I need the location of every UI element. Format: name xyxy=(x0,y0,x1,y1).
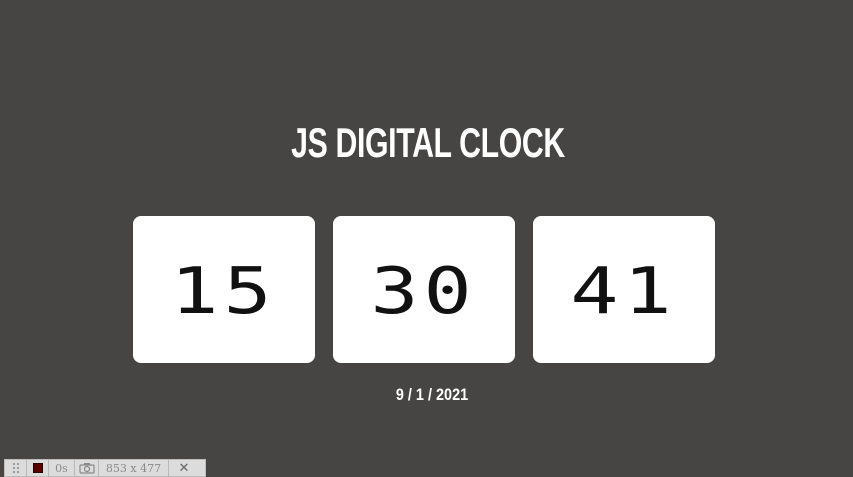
hours-value: 15 xyxy=(170,254,278,329)
close-icon[interactable]: ✕ xyxy=(169,460,199,476)
seconds-card: 41 xyxy=(533,216,715,363)
seconds-value: 41 xyxy=(570,254,678,329)
hours-card: 15 xyxy=(133,216,315,363)
elapsed-time: 0s xyxy=(49,460,75,476)
minutes-card: 30 xyxy=(333,216,515,363)
minutes-value: 30 xyxy=(370,254,478,329)
capture-size: 853 x 477 xyxy=(99,460,169,476)
grip-icon[interactable] xyxy=(5,460,27,476)
date-display: 9 / 1 / 2021 xyxy=(395,385,469,404)
camera-icon[interactable] xyxy=(75,460,99,476)
screen-recorder-toolbar: 0s 853 x 477 ✕ xyxy=(4,459,206,477)
clock-display: 15 30 41 xyxy=(133,216,715,363)
record-stop-icon[interactable] xyxy=(27,460,49,476)
page-title: JS DIGITAL CLOCK xyxy=(291,119,565,166)
